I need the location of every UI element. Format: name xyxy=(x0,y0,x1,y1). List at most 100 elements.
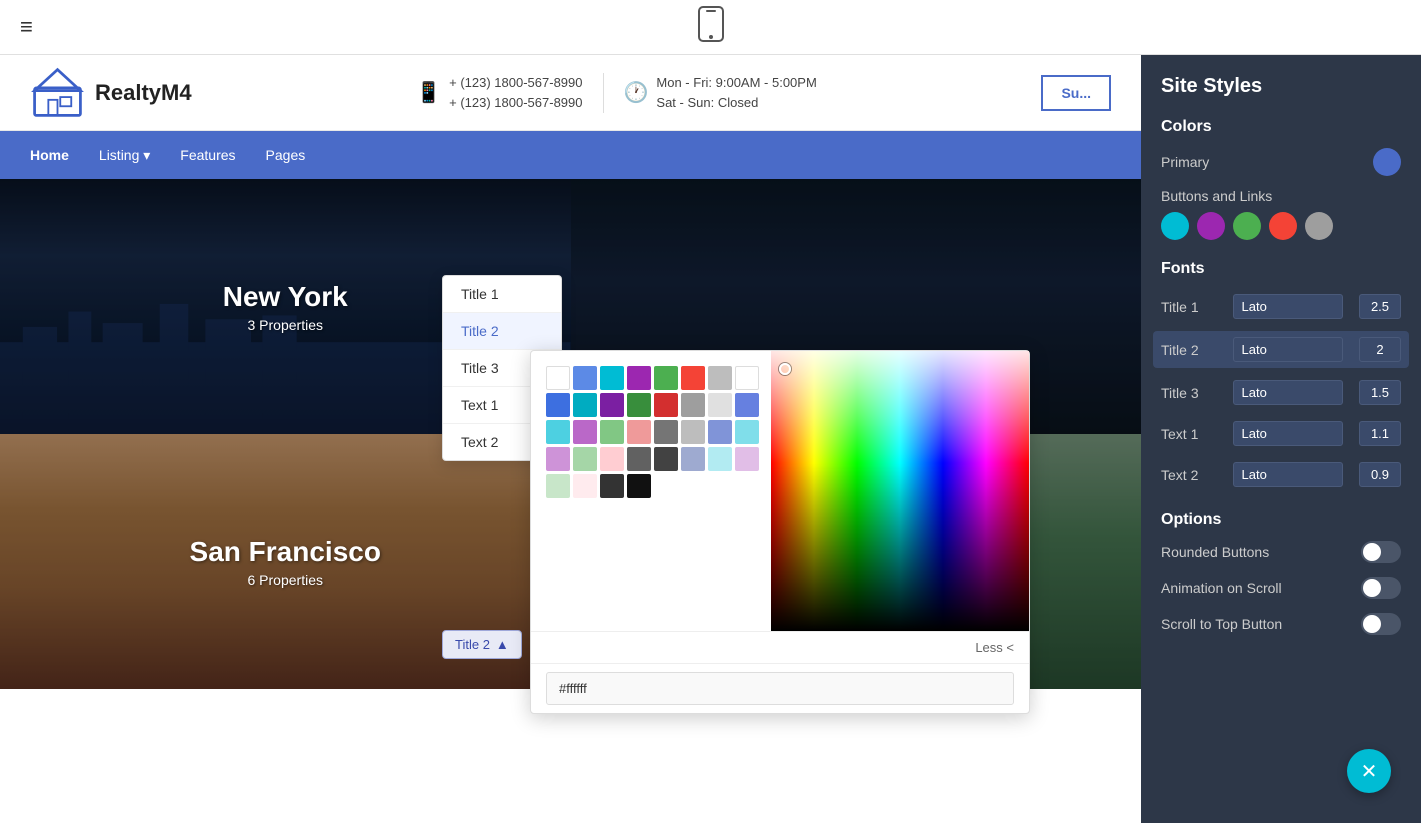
font-select-text1[interactable]: Lato xyxy=(1233,421,1343,446)
contact-info: 📱 + (123) 1800-567-8990 + (123) 1800-567… xyxy=(416,73,817,113)
swatch-red4[interactable] xyxy=(600,447,624,471)
swatch-gray4[interactable] xyxy=(681,420,705,444)
swatch-cyan2[interactable] xyxy=(573,393,597,417)
swatch-lgray[interactable] xyxy=(708,393,732,417)
toggle-animation[interactable] xyxy=(1361,577,1401,599)
swatch-green3[interactable] xyxy=(600,420,624,444)
swatch-gray3[interactable] xyxy=(654,420,678,444)
font-label-title1: Title 1 xyxy=(1161,299,1216,315)
logo-area: RealtyM4 xyxy=(30,65,192,120)
colors-section-label: Colors xyxy=(1161,118,1401,136)
swatch-cyan3[interactable] xyxy=(546,420,570,444)
font-label-title3: Title 3 xyxy=(1161,385,1216,401)
logo-text: RealtyM4 xyxy=(95,80,192,106)
swatch-purple2[interactable] xyxy=(600,393,624,417)
swatch-purple[interactable] xyxy=(627,366,651,390)
swatch-cyan[interactable] xyxy=(600,366,624,390)
swatch-blue4[interactable] xyxy=(708,420,732,444)
nav-pages[interactable]: Pages xyxy=(266,147,306,163)
color-dot-purple[interactable] xyxy=(1197,212,1225,240)
city-props-sf: 6 Properties xyxy=(190,572,381,588)
selected-font-badge[interactable]: Title 2 ▲ xyxy=(442,630,522,659)
less-link[interactable]: Less < xyxy=(975,640,1014,655)
swatch-cyan5[interactable] xyxy=(708,447,732,471)
phone-text: + (123) 1800-567-8990 + (123) 1800-567-8… xyxy=(449,73,582,112)
selected-font-label: Title 2 xyxy=(455,637,490,652)
nav-home[interactable]: Home xyxy=(30,147,69,163)
nav-listing[interactable]: Listing ▾ xyxy=(99,147,150,164)
logo-icon xyxy=(30,65,85,120)
swatch-dgray1[interactable] xyxy=(627,447,651,471)
font-size-title2[interactable] xyxy=(1359,337,1401,362)
font-select-title2[interactable]: Lato xyxy=(1233,337,1343,362)
swatch-purple4[interactable] xyxy=(546,447,570,471)
swatch-gray2[interactable] xyxy=(681,393,705,417)
swatch-red1[interactable] xyxy=(681,366,705,390)
hex-input[interactable] xyxy=(546,672,1014,705)
color-cursor[interactable] xyxy=(779,363,791,375)
swatch-blue5[interactable] xyxy=(681,447,705,471)
panel-title: Site Styles xyxy=(1161,75,1401,98)
top-bar: ≡ xyxy=(0,0,1421,55)
font-label-text2: Text 2 xyxy=(1161,467,1216,483)
city-props-newyork: 3 Properties xyxy=(223,317,348,333)
site-nav: Home Listing ▾ Features Pages xyxy=(0,131,1141,179)
primary-label: Primary xyxy=(1161,154,1209,170)
swatch-white2[interactable] xyxy=(735,366,759,390)
option-row-scroll: Scroll to Top Button xyxy=(1161,613,1401,635)
font-size-text2[interactable] xyxy=(1359,462,1401,487)
color-dot-red[interactable] xyxy=(1269,212,1297,240)
color-dot-teal[interactable] xyxy=(1161,212,1189,240)
swatch-blue2[interactable] xyxy=(546,393,570,417)
options-section-label: Options xyxy=(1161,511,1401,529)
color-dot-gray[interactable] xyxy=(1305,212,1333,240)
swatch-blue1[interactable] xyxy=(573,366,597,390)
swatch-blue3[interactable] xyxy=(735,393,759,417)
site-styles-panel: Site Styles Colors Primary Buttons and L… xyxy=(1141,55,1421,823)
swatch-dgray2[interactable] xyxy=(654,447,678,471)
swatch-green4[interactable] xyxy=(573,447,597,471)
color-picker-inner xyxy=(531,351,1029,631)
swatch-red5[interactable] xyxy=(573,474,597,498)
swatch-cyan4[interactable] xyxy=(735,420,759,444)
swatch-green1[interactable] xyxy=(654,366,678,390)
hex-input-area xyxy=(531,663,1029,713)
swatch-green2[interactable] xyxy=(627,393,651,417)
close-panel-button[interactable]: ✕ xyxy=(1347,749,1391,793)
swatch-red2[interactable] xyxy=(654,393,678,417)
website-preview: RealtyM4 📱 + (123) 1800-567-8990 + (123)… xyxy=(0,55,1141,823)
font-size-title1[interactable] xyxy=(1359,294,1401,319)
swatch-purple5[interactable] xyxy=(735,447,759,471)
site-header: RealtyM4 📱 + (123) 1800-567-8990 + (123)… xyxy=(0,55,1141,131)
swatch-vdgray[interactable] xyxy=(600,474,624,498)
hours-text: Mon - Fri: 9:00AM - 5:00PM Sat - Sun: Cl… xyxy=(656,73,816,112)
font-type-title2[interactable]: Title 2 xyxy=(443,313,561,350)
swatch-green5[interactable] xyxy=(546,474,570,498)
subscribe-button[interactable]: Su... xyxy=(1041,75,1111,111)
swatch-white[interactable] xyxy=(546,366,570,390)
color-dot-green[interactable] xyxy=(1233,212,1261,240)
swatch-red3[interactable] xyxy=(627,420,651,444)
swatch-purple3[interactable] xyxy=(573,420,597,444)
font-size-text1[interactable] xyxy=(1359,421,1401,446)
color-gradient-canvas[interactable] xyxy=(771,351,1029,631)
font-select-text2[interactable]: Lato xyxy=(1233,462,1343,487)
font-row-title3: Title 3 Lato xyxy=(1161,376,1401,409)
swatch-gray1[interactable] xyxy=(708,366,732,390)
phone-icon: 📱 xyxy=(416,80,441,105)
mobile-device-icon[interactable] xyxy=(697,5,725,50)
toggle-rounded[interactable] xyxy=(1361,541,1401,563)
fonts-section-label: Fonts xyxy=(1161,260,1401,278)
toggle-scroll[interactable] xyxy=(1361,613,1401,635)
primary-color-dot[interactable] xyxy=(1373,148,1401,176)
font-type-title1[interactable]: Title 1 xyxy=(443,276,561,313)
swatch-black[interactable] xyxy=(627,474,651,498)
font-row-title1: Title 1 Lato xyxy=(1161,290,1401,323)
nav-features[interactable]: Features xyxy=(180,147,235,163)
font-select-title1[interactable]: Lato xyxy=(1233,294,1343,319)
font-select-title3[interactable]: Lato xyxy=(1233,380,1343,405)
color-picker-less-row: Less < xyxy=(531,631,1029,663)
font-size-title3[interactable] xyxy=(1359,380,1401,405)
hamburger-icon[interactable]: ≡ xyxy=(20,14,33,40)
option-label-scroll: Scroll to Top Button xyxy=(1161,616,1282,632)
